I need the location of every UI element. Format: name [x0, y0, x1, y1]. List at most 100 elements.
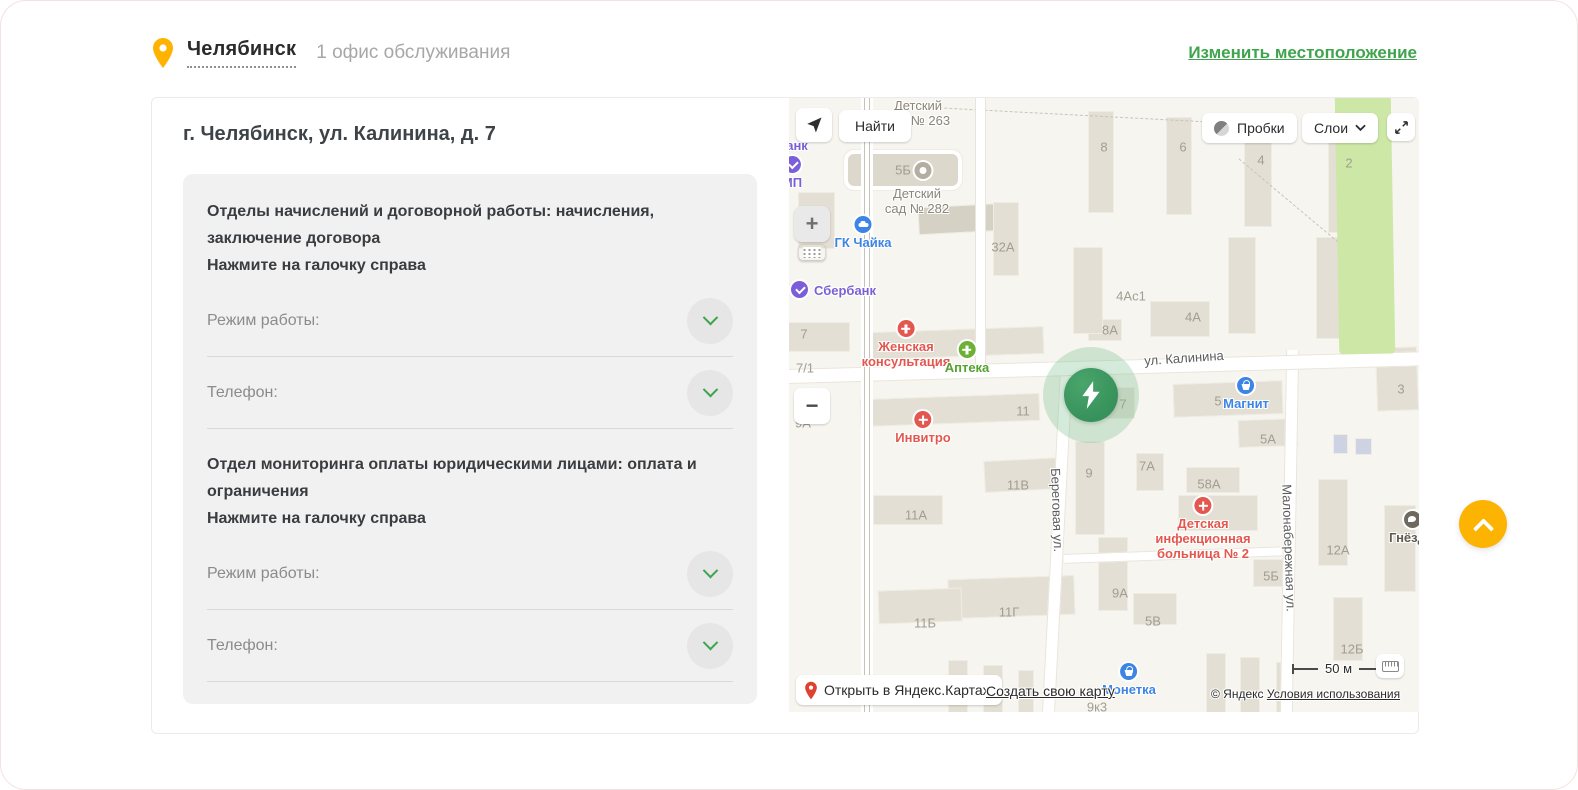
page: Челябинск 1 офис обслуживания Изменить м… [0, 0, 1578, 790]
map-building [1334, 435, 1347, 453]
map-poi[interactable]: ГК Чайка [834, 216, 891, 250]
layers-label: Слои [1314, 120, 1348, 136]
map-poi-label: Аптека [945, 360, 990, 375]
map-building [1167, 118, 1191, 214]
map-zoom-in-button[interactable]: + [794, 206, 830, 242]
map-poi-label: Инвитро [895, 430, 950, 445]
map-street-label: Береговая ул. [1048, 468, 1066, 552]
map-measure-tool[interactable] [798, 244, 826, 261]
open-in-yandex-maps-button[interactable]: Открыть в Яндекс.Картах [796, 675, 1002, 705]
cross-red-icon [897, 320, 914, 337]
map-building-label: 9А [1112, 586, 1128, 601]
map-poi-label: Детская инфекционная больница № 2 [1155, 516, 1250, 561]
expand-schedule-button-1[interactable] [687, 298, 733, 344]
basket-icon [1120, 663, 1137, 680]
open-in-yandex-label: Открыть в Яндекс.Картах [824, 682, 990, 698]
phone-label: Телефон: [207, 384, 278, 402]
map-poi-label: ГК Чайка [834, 235, 891, 250]
map-traffic-button[interactable]: Пробки [1202, 113, 1297, 143]
map-layers-button[interactable]: Слои [1302, 113, 1378, 143]
map-building-label: 9 [1085, 466, 1092, 481]
map-poi[interactable]: Женская консультация [862, 320, 951, 369]
location-header: Челябинск 1 офис обслуживания Изменить м… [151, 31, 1417, 75]
map-building-label: 3 [1397, 382, 1404, 397]
chevron-down-icon [702, 635, 718, 651]
map-poi[interactable]: Детский сад № 282 [885, 184, 949, 216]
map-scale-bar: 50 м [1292, 661, 1385, 676]
expand-phone-button-1[interactable] [687, 370, 733, 416]
map-canvas[interactable]: Найти Пробки Слои + − [789, 98, 1419, 712]
map-building-label: 9к3 [1087, 700, 1107, 713]
location-pin-icon [151, 37, 175, 69]
map-poi[interactable]: Аптека [945, 341, 990, 375]
change-location-link[interactable]: Изменить местоположение [1188, 43, 1417, 63]
chevron-down-icon [1355, 124, 1366, 132]
map-poi-label: МП [789, 175, 802, 190]
navigation-arrow-icon [805, 116, 823, 134]
scroll-to-top-button[interactable] [1459, 500, 1507, 548]
map-poi[interactable]: Гнёзды [1389, 511, 1419, 545]
red-pin-icon [804, 681, 818, 700]
map-poi[interactable]: Сбербанк [791, 281, 876, 298]
map-building-label: 12Б [1341, 642, 1364, 657]
accordion-row-schedule-1: Режим работы: [207, 285, 733, 357]
office-address: г. Челябинск, ул. Калинина, д. 7 [183, 123, 496, 146]
ruler-icon [1382, 661, 1399, 672]
map-poi[interactable]: Детская инфекционная больница № 2 [1155, 497, 1250, 561]
map-building-label: 11Б [914, 616, 936, 631]
map-poi-label: Сбербанк [814, 283, 876, 298]
map-building-label: 11Г [999, 605, 1020, 620]
office-marker[interactable] [1064, 368, 1118, 422]
department-description: Отделы начислений и договорной работы: н… [207, 198, 733, 279]
department-description-2: Отдел мониторинга оплаты юридическими ли… [207, 451, 733, 532]
map-building-label: 5Б [895, 163, 911, 178]
traffic-label: Пробки [1237, 120, 1285, 136]
map-poi[interactable]: МП [789, 156, 802, 190]
map-building-label: 32А [991, 240, 1014, 255]
expand-schedule-button-2[interactable] [687, 551, 733, 597]
yandex-copyright: © Яндекс [1211, 687, 1264, 701]
scale-segment [1292, 668, 1318, 670]
map-building-label: 11А [905, 508, 927, 523]
office-details-panel: Отделы начислений и договорной работы: н… [183, 174, 757, 704]
cross-red-icon [1194, 497, 1211, 514]
map-poi[interactable]: Магнит [1223, 377, 1269, 411]
map-building-label: 8А [1102, 323, 1118, 338]
map-building [1229, 238, 1255, 333]
chevron-down-icon [702, 382, 718, 398]
create-own-map-link[interactable]: Создать свою карту [986, 683, 1115, 699]
chevron-up-icon [1472, 518, 1493, 539]
map-poi-label: Гнёзды [1389, 530, 1419, 545]
expand-arrows-icon [1394, 120, 1409, 135]
map-locate-button[interactable] [796, 108, 832, 142]
terms-of-use-link[interactable]: Условия использования [1267, 687, 1400, 701]
map-building-label: 4А [1185, 310, 1201, 325]
accordion-row-schedule-2: Режим работы: [207, 538, 733, 610]
map-building-label: 5В [1145, 614, 1161, 629]
bird-icon [1404, 511, 1419, 528]
map-building-label: 5 [1214, 394, 1221, 409]
map-building-label: 5А [1260, 432, 1276, 447]
map-zoom-out-button[interactable]: − [794, 388, 830, 424]
map-building-label: 12А [1326, 543, 1349, 558]
map-fullscreen-button[interactable] [1387, 113, 1415, 141]
map-poi[interactable] [915, 162, 932, 179]
map-building [1356, 439, 1371, 454]
paw-icon [915, 162, 932, 179]
map-building-label: 4 [1257, 153, 1264, 168]
basket-icon [1238, 377, 1255, 394]
map-poi-label: Детский сад № 282 [885, 186, 949, 216]
map-search-button[interactable]: Найти [839, 110, 911, 142]
schedule-label: Режим работы: [207, 565, 320, 583]
cross-red-icon [915, 411, 932, 428]
map-road [861, 98, 873, 712]
map-building-label: 5Б [1263, 569, 1279, 584]
map-ruler-button[interactable] [1376, 654, 1404, 678]
scale-value: 50 м [1325, 661, 1352, 676]
city-selector[interactable]: Челябинск [187, 38, 296, 68]
expand-phone-button-2[interactable] [687, 623, 733, 669]
map-poi[interactable]: Инвитро [895, 411, 950, 445]
chevron-down-icon [702, 310, 718, 326]
map-building [1074, 248, 1102, 333]
map-building-label: 7 [800, 327, 807, 342]
